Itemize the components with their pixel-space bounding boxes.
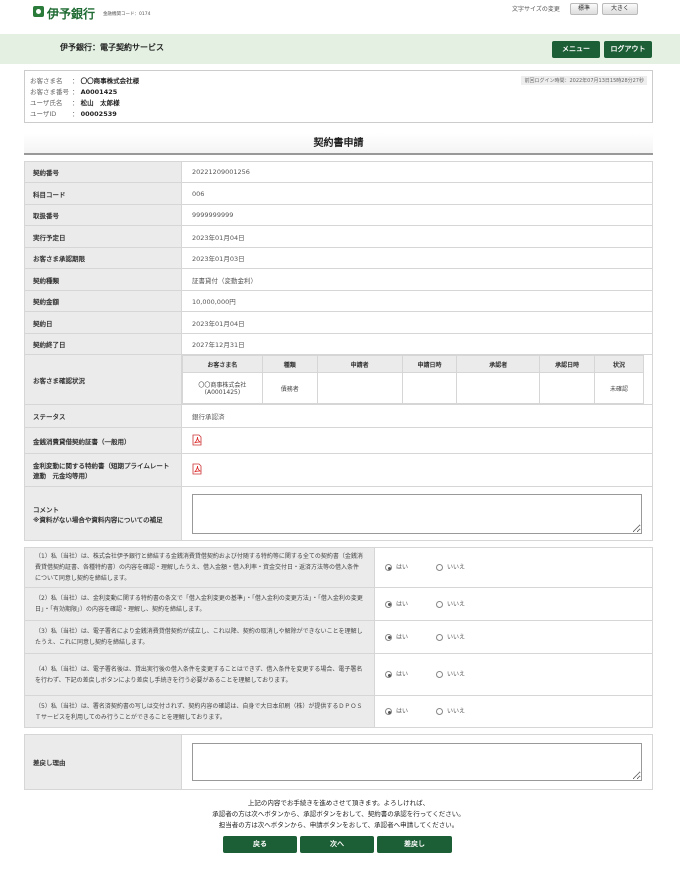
yes-radio[interactable]: はい <box>385 562 408 573</box>
table-header-row: お客さま名 種類 申請者 申請日時 承認者 承認日時 状況 <box>182 355 644 373</box>
return-button[interactable]: 差戻し <box>377 836 452 853</box>
table-row: 契約金額 10,000,000円 <box>24 290 653 312</box>
user-id: 00002539 <box>80 110 117 118</box>
top-bar: 伊予銀行 金融機関コード：0174 文字サイズの変更 標準 大きく <box>0 0 680 34</box>
table-row: 金銭消費貸借契約証書（一般用） <box>24 427 653 454</box>
font-size-standard-button[interactable]: 標準 <box>570 3 598 15</box>
amount-value: 10,000,000円 <box>181 290 653 312</box>
yes-radio[interactable]: はい <box>385 706 408 717</box>
confirmation-row: （2）私（当社）は、金利変動に関する特約書の条文で「借入金利変更の基準」・「借入… <box>24 587 653 621</box>
subject-code-value: 006 <box>181 182 653 205</box>
table-row: 契約番号 20221209001256 <box>24 161 653 183</box>
customer-no-line: お客さま番号： A0001425 <box>30 88 118 96</box>
table-row: 金利変動に関する特約書（短期プライムレート連動 元金均等用） <box>24 453 653 487</box>
confirmation-row: （5）私（当社）は、署名済契約書の写しは交付されず、契約内容の確認は、自身で大日… <box>24 695 653 728</box>
pdf-icon[interactable] <box>192 434 202 446</box>
table-row: 差戻し理由 <box>24 734 653 790</box>
no-radio[interactable]: いいえ <box>436 669 465 680</box>
customer-name: 〇〇商事株式会社様 <box>80 77 140 85</box>
confirmation-row: （3）私（当社）は、電子署名により金銭消費貸借契約が成立し、これ以降、契約の取消… <box>24 620 653 654</box>
table-row: コメント ※資料がない場合や資料内容についての補足 <box>24 486 653 541</box>
contract-date-value: 2023年01月04日 <box>181 311 653 334</box>
table-row: 実行予定日 2023年01月04日 <box>24 225 653 248</box>
instruction-line: 上記の内容でお手続きを進めさせて頂きます。よろしければ、 <box>247 799 430 807</box>
exec-date-value: 2023年01月04日 <box>181 225 653 248</box>
confirm-customer-cell: 〇〇商事株式会社 (A0001425) <box>182 372 263 404</box>
table-row: 〇〇商事株式会社 (A0001425) 債務者 未確認 <box>182 372 644 404</box>
approval-deadline-value: 2023年01月03日 <box>181 247 653 269</box>
no-radio[interactable]: いいえ <box>436 632 465 643</box>
table-row: お客さま承認期限 2023年01月03日 <box>24 247 653 269</box>
next-button[interactable]: 次へ <box>300 836 374 853</box>
transaction-no-value: 9999999999 <box>181 204 653 226</box>
no-radio[interactable]: いいえ <box>436 599 465 610</box>
instruction-line: 承認者の方は次へボタンから、承認ボタンをおして、契約書の承認を行ってください。 <box>212 810 465 818</box>
table-row: 取扱番号 9999999999 <box>24 204 653 226</box>
confirmation-row: （1）私（当社）は、株式会社伊予銀行と締結する金銭消費貸借契約および付随する特約… <box>24 547 653 588</box>
last-login: 前回ログイン時間：2022年07月13日15時28分27秒 <box>521 76 647 85</box>
user-name-line: ユーザ氏名： 松山 太郎様 <box>30 99 120 107</box>
pdf-icon[interactable] <box>192 463 202 475</box>
table-row: 科目コード 006 <box>24 182 653 205</box>
no-radio[interactable]: いいえ <box>436 562 465 573</box>
yes-radio[interactable]: はい <box>385 632 408 643</box>
no-radio[interactable]: いいえ <box>436 706 465 717</box>
return-reason-input[interactable] <box>192 743 642 781</box>
end-date-value: 2027年12月31日 <box>181 333 653 355</box>
instruction-line: 担当者の方は次へボタンから、申請ボタンをおして、承認者へ申請してください。 <box>218 821 459 829</box>
return-reason-label: 差戻し理由 <box>24 734 182 790</box>
table-row: 契約種類 証書貸付（変動金利） <box>24 268 653 291</box>
customer-name-line: お客さま名： 〇〇商事株式会社様 <box>30 77 140 85</box>
contract-type-value: 証書貸付（変動金利） <box>181 268 653 291</box>
service-title: 伊予銀行：電子契約サービス <box>60 43 164 52</box>
bank-code: 金融機関コード：0174 <box>103 12 151 17</box>
menu-button[interactable]: メニュー <box>552 41 600 58</box>
confirm-status-label: お客さま確認状況 <box>24 354 182 405</box>
comment-input[interactable] <box>192 493 642 534</box>
user-id-line: ユーザID： 00002539 <box>30 110 117 118</box>
table-row: 契約終了日 2027年12月31日 <box>24 333 653 355</box>
contract-no-value: 20221209001256 <box>181 161 653 183</box>
page-title: 契約書申請 <box>24 133 653 155</box>
yes-radio[interactable]: はい <box>385 669 408 680</box>
font-size-label: 文字サイズの変更 <box>512 6 560 13</box>
logout-button[interactable]: ログアウト <box>604 41 652 58</box>
user-info-box: お客さま名： 〇〇商事株式会社様 お客さま番号： A0001425 ユーザ氏名：… <box>24 70 653 123</box>
confirmation-row: （4）私（当社）は、電子署名後は、貸出実行後の借入条件を変更することはできず、借… <box>24 653 653 696</box>
status-value: 銀行承認済 <box>181 404 653 428</box>
table-row: 契約日 2023年01月04日 <box>24 311 653 334</box>
font-size-large-button[interactable]: 大きく <box>602 3 638 15</box>
back-button[interactable]: 戻る <box>223 836 297 853</box>
yes-radio[interactable]: はい <box>385 599 408 610</box>
confirm-status-value: 未確認 <box>594 372 644 404</box>
confirm-status-table: お客さま名 種類 申請者 申請日時 承認者 承認日時 状況 〇〇商事株式会社 (A… <box>182 355 644 404</box>
table-row: ステータス 銀行承認済 <box>24 404 653 428</box>
user-name: 松山 太郎様 <box>80 99 120 107</box>
bank-logo-icon <box>33 6 44 17</box>
table-row: お客さま確認状況 お客さま名 種類 申請者 申請日時 承認者 承認日時 状況 〇… <box>24 354 653 405</box>
bank-name: 伊予銀行 <box>47 7 96 21</box>
return-reason-table: 差戻し理由 <box>24 734 653 790</box>
confirmation-table: （1）私（当社）は、株式会社伊予銀行と締結する金銭消費貸借契約および付随する特約… <box>24 547 653 728</box>
contract-details-table: 契約番号 20221209001256 科目コード 006 取扱番号 99999999… <box>24 161 653 541</box>
customer-no: A0001425 <box>80 88 118 96</box>
